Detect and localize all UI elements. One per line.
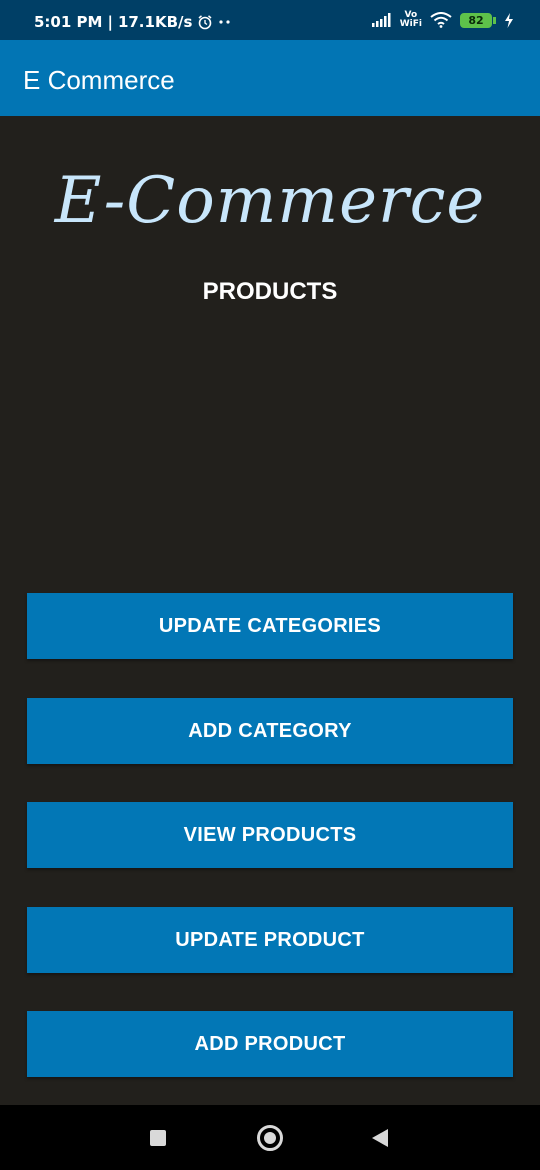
vo-wifi-line2: WiFi [399, 19, 422, 29]
view-products-button[interactable]: VIEW PRODUCTS [27, 802, 513, 868]
status-bar: 5:01 PM | 17.1KB/s Vo WiFi 82 [0, 0, 540, 40]
home-icon[interactable] [257, 1125, 283, 1151]
battery-level: 82 [460, 12, 492, 28]
alarm-icon [197, 14, 213, 30]
recent-apps-icon[interactable] [150, 1130, 166, 1146]
app-title: E Commerce [23, 65, 175, 95]
vo-wifi-indicator: Vo WiFi [400, 11, 422, 29]
status-separator: | [107, 13, 113, 31]
home-icon-inner [264, 1132, 276, 1144]
add-product-button[interactable]: ADD PRODUCT [27, 1011, 513, 1077]
app-bar: E Commerce [0, 40, 540, 116]
logo-text: E-Commerce [54, 164, 486, 238]
add-category-button[interactable]: ADD CATEGORY [27, 698, 513, 764]
charging-icon [504, 12, 514, 28]
signal-icon [371, 13, 392, 27]
page-subtitle: PRODUCTS [202, 278, 338, 305]
main-content: E-Commerce PRODUCTS UPDATE CATEGORIES AD… [0, 116, 540, 1105]
wifi-icon [430, 12, 452, 28]
status-time: 5:01 PM [34, 13, 103, 31]
navigation-bar [0, 1105, 540, 1170]
update-product-button[interactable]: UPDATE PRODUCT [27, 907, 513, 973]
status-right: Vo WiFi 82 [371, 11, 514, 29]
battery-nub [493, 16, 496, 24]
battery-icon: 82 [460, 12, 496, 28]
more-dots-icon [218, 19, 232, 25]
status-left: 5:01 PM | 17.1KB/s [34, 13, 232, 31]
update-categories-button[interactable]: UPDATE CATEGORIES [27, 593, 513, 659]
back-icon[interactable] [372, 1129, 388, 1147]
network-speed: 17.1KB/s [117, 13, 193, 31]
